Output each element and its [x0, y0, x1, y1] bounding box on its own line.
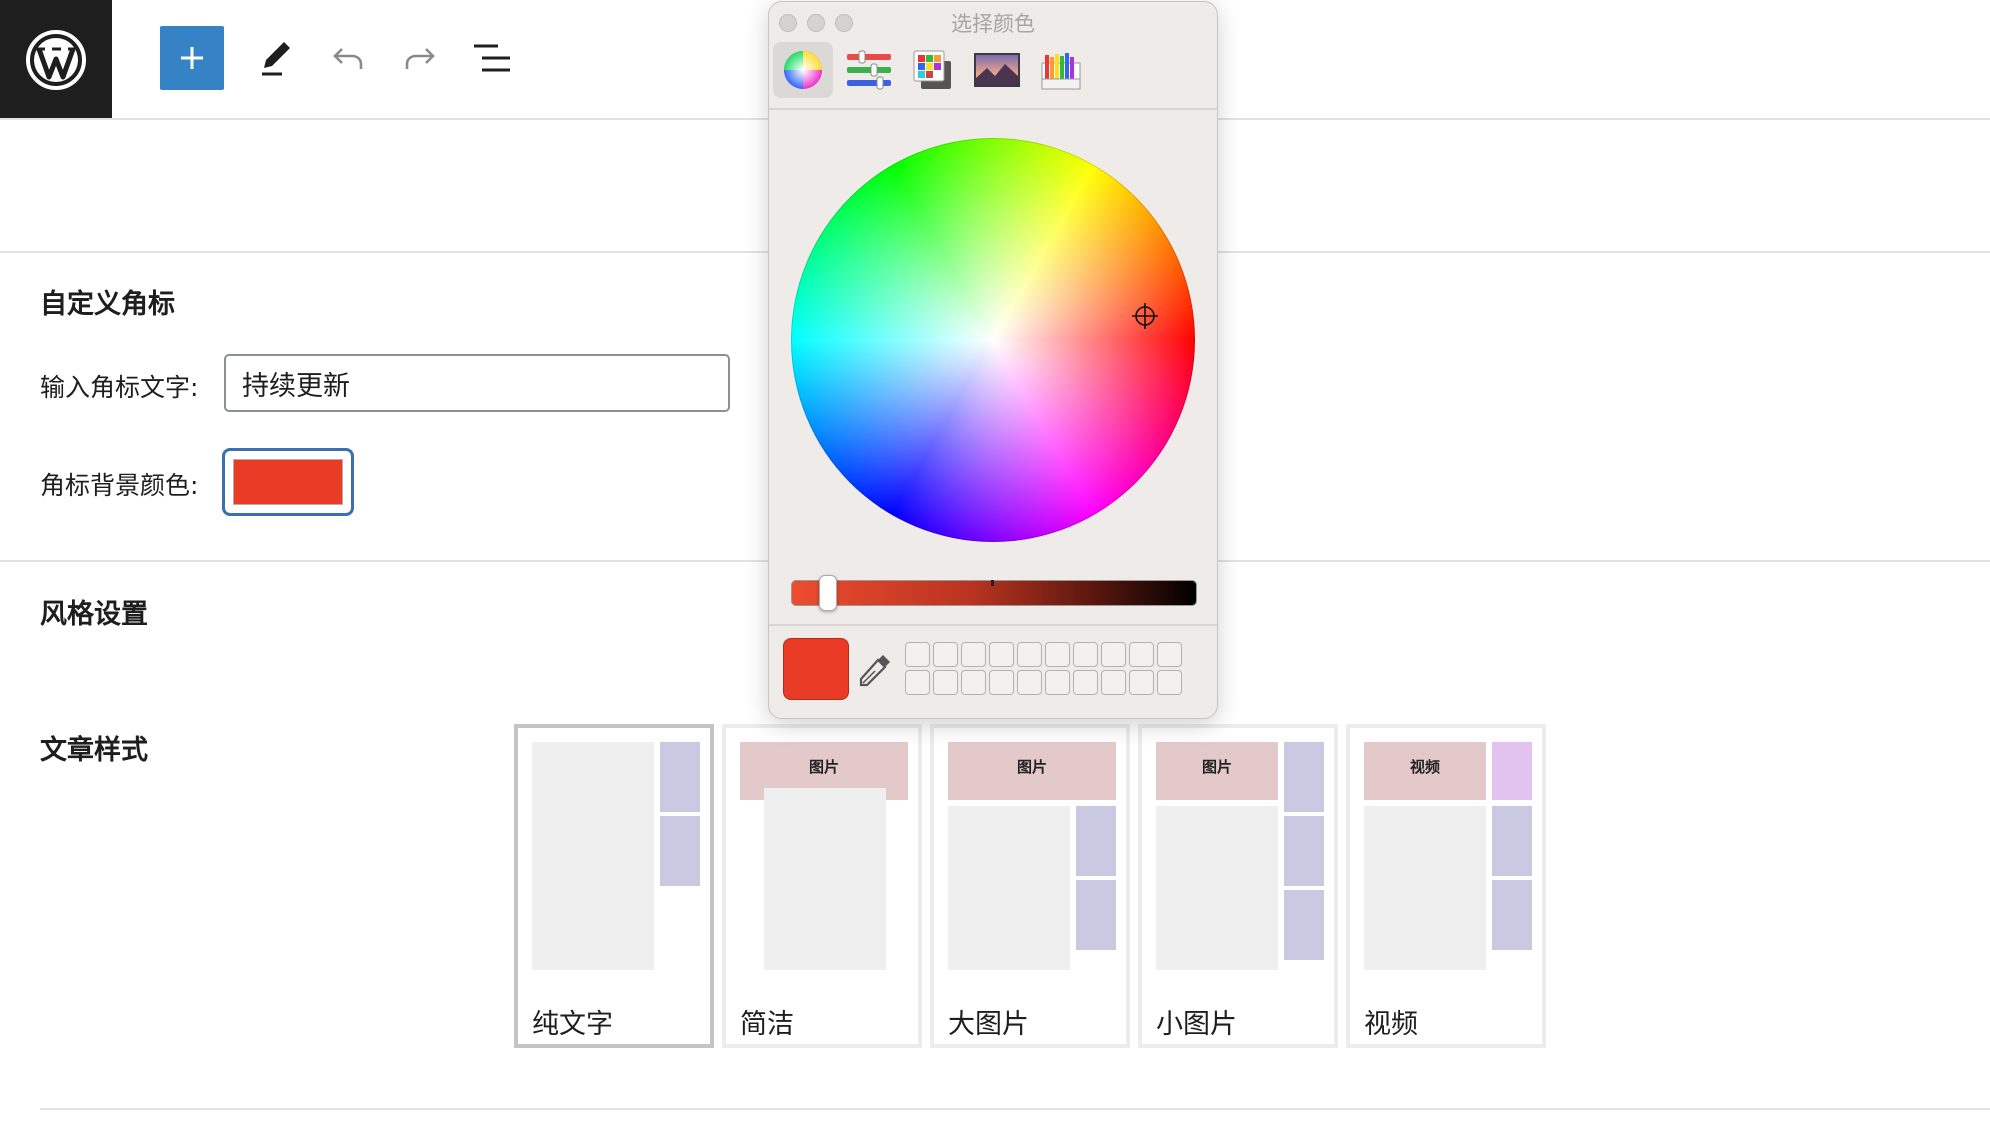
- crosshair-icon: [1132, 303, 1158, 329]
- style-option-label: 大图片: [948, 1009, 1029, 1040]
- wordpress-logo[interactable]: [0, 0, 112, 120]
- bottom-divider: [40, 1108, 1990, 1110]
- color-wheel-cursor[interactable]: [1132, 303, 1158, 329]
- sidebar-placeholder: [1492, 880, 1532, 950]
- swatch-well[interactable]: [905, 670, 930, 695]
- badge-text-label: 输入角标文字:: [40, 373, 199, 402]
- swatch-well[interactable]: [961, 642, 986, 667]
- redo-icon: [405, 48, 435, 69]
- swatch-well[interactable]: [905, 642, 930, 667]
- eyedropper-icon: [859, 655, 890, 687]
- tab-color-palettes[interactable]: [903, 42, 963, 98]
- current-color-well[interactable]: [783, 638, 849, 700]
- swatch-well[interactable]: [989, 642, 1014, 667]
- sidebar-placeholder: [1492, 742, 1532, 800]
- swatch-well[interactable]: [989, 670, 1014, 695]
- tab-pencils[interactable]: [1031, 42, 1091, 98]
- style-option-label: 小图片: [1156, 1009, 1237, 1040]
- badge-text-value: 持续更新: [242, 370, 350, 402]
- sidebar-placeholder: [660, 816, 700, 886]
- list-view-button[interactable]: [460, 26, 524, 90]
- tools-button[interactable]: [244, 26, 308, 90]
- post-style-label: 文章样式: [40, 735, 148, 766]
- brightness-slider[interactable]: [791, 580, 1197, 606]
- sidebar-placeholder: [1284, 742, 1324, 812]
- eyedropper-button[interactable]: [855, 650, 895, 690]
- swatch-well[interactable]: [1129, 670, 1154, 695]
- style-settings-title: 风格设置: [40, 599, 148, 630]
- swatch-wells-grid: [905, 642, 1182, 695]
- plus-icon: [181, 47, 203, 69]
- badge-bg-color-button[interactable]: [222, 448, 354, 516]
- sidebar-placeholder: [1492, 806, 1532, 876]
- sliders-icon: [847, 50, 891, 90]
- sidebar-placeholder: [1076, 880, 1116, 950]
- content-placeholder: [764, 788, 886, 970]
- sidebar-placeholder: [1076, 806, 1116, 876]
- swatch-well[interactable]: [1045, 670, 1070, 695]
- picker-divider: [769, 108, 1217, 110]
- list-view-icon: [474, 44, 510, 72]
- add-block-button[interactable]: [160, 26, 224, 90]
- swatch-well[interactable]: [1157, 670, 1182, 695]
- style-option-plain-text[interactable]: 纯文字: [514, 724, 714, 1048]
- tab-color-wheel[interactable]: [773, 42, 833, 98]
- style-option-simple[interactable]: 图片 简洁: [722, 724, 922, 1048]
- badge-bg-color-label: 角标背景颜色:: [40, 471, 199, 500]
- sidebar-placeholder: [1284, 816, 1324, 886]
- sidebar-placeholder: [660, 742, 700, 812]
- swatch-well[interactable]: [933, 642, 958, 667]
- tab-color-sliders[interactable]: [839, 42, 899, 98]
- content-placeholder: [1156, 806, 1278, 970]
- color-wheel[interactable]: [791, 138, 1195, 542]
- image-tag: 图片: [1016, 758, 1047, 776]
- style-option-label: 简洁: [740, 1009, 794, 1040]
- image-palette-icon: [974, 53, 1020, 87]
- swatch-well[interactable]: [1129, 642, 1154, 667]
- swatch-well[interactable]: [1073, 642, 1098, 667]
- content-placeholder: [948, 806, 1070, 970]
- style-option-video[interactable]: 视频 视频: [1346, 724, 1546, 1048]
- swatch-well[interactable]: [1017, 670, 1042, 695]
- style-option-label: 视频: [1364, 1009, 1418, 1040]
- color-wheel-icon: [784, 51, 822, 89]
- swatch-well[interactable]: [933, 670, 958, 695]
- style-option-small-image[interactable]: 图片 小图片: [1138, 724, 1338, 1048]
- sidebar-placeholder: [1284, 890, 1324, 960]
- swatch-well[interactable]: [1157, 642, 1182, 667]
- custom-badge-title: 自定义角标: [40, 289, 175, 320]
- video-placeholder: 视频: [1364, 742, 1486, 800]
- image-placeholder: 图片: [948, 742, 1116, 800]
- image-placeholder: 图片: [1156, 742, 1278, 800]
- badge-text-input[interactable]: 持续更新: [224, 354, 730, 412]
- content-placeholder: [1364, 806, 1486, 970]
- swatch-well[interactable]: [1101, 670, 1126, 695]
- swatch-well[interactable]: [1073, 670, 1098, 695]
- style-option-label: 纯文字: [532, 1009, 613, 1040]
- color-picker-title: 选择颜色: [951, 12, 1035, 36]
- wordpress-icon: [26, 30, 86, 90]
- undo-icon: [333, 48, 363, 69]
- swatch-well[interactable]: [961, 670, 986, 695]
- swatch-well[interactable]: [1017, 642, 1042, 667]
- color-picker-window[interactable]: 选择颜色: [768, 1, 1218, 719]
- brightness-slider-handle[interactable]: [819, 575, 837, 611]
- redo-button[interactable]: [388, 26, 452, 90]
- color-swatch: [233, 459, 343, 505]
- palettes-icon: [913, 50, 951, 89]
- video-tag: 视频: [1409, 758, 1440, 776]
- style-option-large-image[interactable]: 图片 大图片: [930, 724, 1130, 1048]
- image-tag: 图片: [808, 758, 839, 776]
- pencils-icon: [1041, 53, 1081, 90]
- undo-button[interactable]: [316, 26, 380, 90]
- picker-divider: [769, 624, 1217, 626]
- slider-midpoint-tick: [991, 580, 994, 586]
- swatch-well[interactable]: [1045, 642, 1070, 667]
- swatch-well[interactable]: [1101, 642, 1126, 667]
- image-tag: 图片: [1201, 758, 1232, 776]
- pencil-icon: [262, 42, 290, 76]
- content-placeholder: [532, 742, 654, 970]
- tab-image-palettes[interactable]: [967, 42, 1027, 98]
